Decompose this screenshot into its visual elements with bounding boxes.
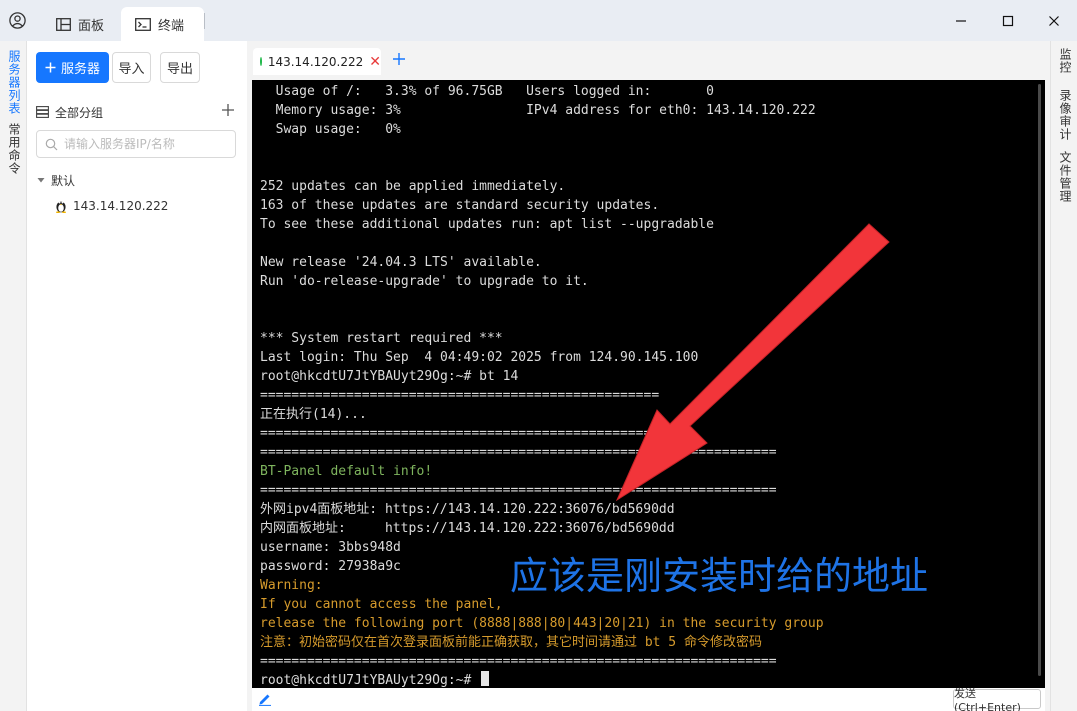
terminal-line: To see these additional updates run: apt… (260, 217, 714, 232)
search-field[interactable] (36, 130, 236, 158)
terminal-cursor (481, 671, 490, 686)
close-icon (1049, 16, 1059, 26)
right-nav-strip: 监控 录像审计 文件管理 (1050, 41, 1077, 711)
tree-server-item[interactable]: 143.14.120.222 (55, 196, 168, 216)
tab-dashboard[interactable]: 面板 (44, 7, 120, 41)
nav-recording-audit[interactable]: 录像审计 (1057, 89, 1074, 141)
title-separator (204, 13, 205, 29)
terminal-line: Last login: Thu Sep 4 04:49:02 2025 from… (260, 350, 699, 365)
tab-terminal-label: 终端 (158, 18, 185, 34)
nav-common-commands[interactable]: 常用命令 (6, 123, 23, 175)
terminal-line: ========================================… (260, 388, 660, 403)
group-header[interactable]: 全部分组 (36, 101, 238, 123)
tab-dashboard-label: 面板 (78, 18, 105, 34)
left-nav-strip: 服务器列表 常用命令 (0, 41, 27, 711)
terminal-line: ========================================… (260, 445, 777, 460)
title-bar: 面板 终端 (0, 0, 1077, 41)
terminal-line: *** System restart required *** (260, 331, 503, 346)
close-button[interactable] (1031, 6, 1077, 36)
terminal-session-tab[interactable]: 143.14.120.222 ✕ (253, 48, 381, 75)
terminal-tab-bar: 143.14.120.222 ✕ (247, 41, 1050, 80)
add-server-label: 服务器 (60, 62, 100, 77)
terminal-line: release the following port (8888|888|80|… (260, 616, 824, 631)
terminal-line: ========================================… (260, 483, 777, 498)
terminal-line: 163 of these updates are standard securi… (260, 198, 660, 213)
annotation-text: 应该是刚安装时给的地址 (510, 554, 929, 598)
tree-group-default[interactable]: 默认 (37, 170, 75, 190)
plus-icon (45, 62, 56, 73)
terminal-line: Warning: (260, 578, 323, 593)
search-icon (45, 138, 58, 150)
new-session-icon[interactable] (392, 52, 406, 66)
terminal-line: password: 27938a9c (260, 559, 401, 574)
nav-monitor[interactable]: 监控 (1057, 48, 1074, 74)
terminal-line: New release '24.04.3 LTS' available. (260, 255, 542, 270)
terminal-session-label: 143.14.120.222 (267, 54, 364, 69)
terminal-input-bar: 发送(Ctrl+Enter) (252, 687, 1045, 711)
close-session-icon[interactable]: ✕ (369, 54, 381, 70)
add-group-icon[interactable] (221, 103, 235, 117)
nav-file-manager[interactable]: 文件管理 (1057, 151, 1074, 203)
terminal-line: Memory usage: 3% IPv4 address for eth0: … (260, 103, 816, 118)
status-online-icon (260, 57, 262, 66)
linux-icon (56, 201, 66, 213)
terminal-line: root@hkcdtU7JtYBAUyt29Og:~# bt 14 (260, 369, 519, 384)
terminal-icon (135, 17, 151, 31)
terminal-line: 正在执行(14)... (260, 407, 367, 422)
maximize-button[interactable] (985, 6, 1031, 36)
terminal-line: root@hkcdtU7JtYBAUyt29Og:~# (260, 671, 490, 688)
terminal-line: Swap usage: 0% (260, 122, 401, 137)
terminal-scrollbar[interactable] (1038, 84, 1041, 676)
tree-group-label: 默认 (51, 173, 76, 188)
caret-down-icon (37, 178, 45, 183)
terminal-line: ========================================… (260, 426, 660, 441)
add-server-button[interactable]: 服务器 (36, 52, 109, 83)
group-label: 全部分组 (55, 105, 104, 120)
terminal-line: 252 updates can be applied immediately. (260, 179, 566, 194)
terminal-line: If you cannot access the panel, (260, 597, 503, 612)
nav-server-list[interactable]: 服务器列表 (6, 50, 23, 115)
maximize-icon (1002, 15, 1014, 27)
terminal-line: 内网面板地址: https://143.14.120.222:36076/bd5… (260, 521, 675, 536)
import-button[interactable]: 导入 (112, 52, 151, 83)
terminal-line: ========================================… (260, 654, 777, 669)
tree-server-label: 143.14.120.222 (73, 199, 169, 213)
edit-icon[interactable] (258, 692, 272, 706)
minimize-icon (956, 20, 966, 22)
search-input[interactable] (64, 137, 224, 151)
minimize-button[interactable] (938, 6, 984, 36)
terminal-line: Usage of /: 3.3% of 96.75GB Users logged… (260, 84, 714, 99)
terminal-line: Run 'do-release-upgrade' to upgrade to i… (260, 274, 589, 289)
terminal-line: 外网ipv4面板地址: https://143.14.120.222:36076… (260, 502, 675, 517)
terminal-line: username: 3bbs948d (260, 540, 401, 555)
terminal-line: 注意：初始密码仅在首次登录面板前能正确获取，其它时间请通过 bt 5 命令修改密… (260, 635, 762, 650)
export-button[interactable]: 导出 (160, 52, 200, 83)
server-group-icon (36, 106, 49, 118)
dashboard-icon (56, 17, 71, 31)
user-icon[interactable] (9, 12, 26, 29)
send-button[interactable]: 发送(Ctrl+Enter) (953, 687, 1041, 711)
server-sidebar: 服务器 导入 导出 全部分组 默认 143.14.120.2 (27, 41, 247, 711)
terminal-line: BT-Panel default info! (260, 464, 433, 479)
tab-terminal[interactable]: 终端 (121, 7, 204, 41)
